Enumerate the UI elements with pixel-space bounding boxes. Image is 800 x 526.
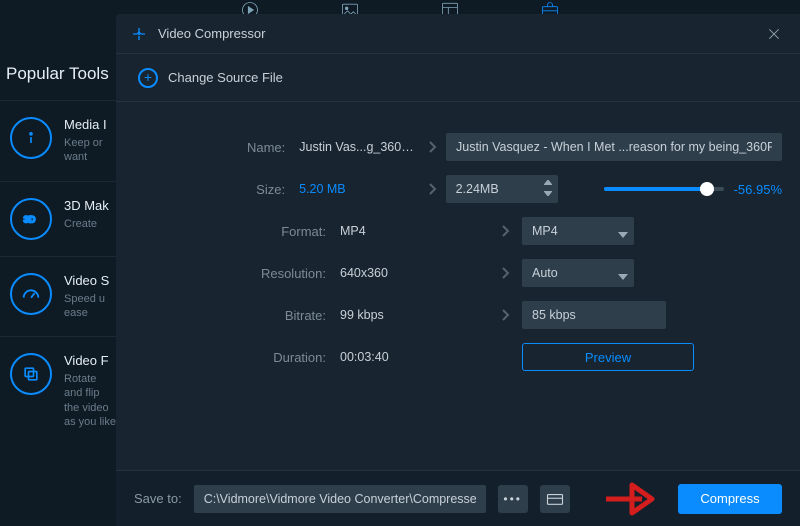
name-input[interactable] [446,133,782,161]
orig-name: Justin Vas...g_360P.mp4 [299,140,420,154]
compress-icon [130,25,148,43]
resolution-select[interactable] [522,259,634,287]
row-bitrate: Bitrate: 99 kbps [116,294,782,336]
row-format: Format: MP4 [116,210,782,252]
slider-fill [604,187,707,191]
format-select-value[interactable] [522,217,634,245]
label-resolution: Resolution: [116,266,340,281]
orig-format: MP4 [340,224,490,238]
orig-resolution: 640x360 [340,266,490,280]
video-compressor-dialog: Video Compressor Change Source File Name… [116,14,800,526]
size-stepper[interactable] [446,175,558,203]
open-folder-button[interactable] [540,485,570,513]
sidebar-item-videoflip[interactable]: Video F Rotate and flip the video as you… [0,336,116,445]
sidebar-item-sub: Rotate and flip the video as you like [64,372,116,429]
dialog-body: Name: Justin Vas...g_360P.mp4 Size: 5.20… [116,102,800,470]
chevron-right-icon [490,266,522,280]
sidebar-item-media[interactable]: Media I Keep or want [0,100,116,181]
orig-duration: 00:03:40 [340,350,490,364]
sidebar-item-videospeed[interactable]: Video S Speed u ease [0,256,116,337]
chevron-right-icon [490,308,522,322]
orig-bitrate: 99 kbps [340,308,490,322]
callout-arrow-icon [602,479,666,519]
svg-text:3D: 3D [24,214,36,224]
chevron-right-icon [420,182,446,196]
row-duration: Duration: 00:03:40 Preview [116,336,782,378]
sidebar-item-sub: Speed u ease [64,292,116,321]
resolution-select-value[interactable] [522,259,634,287]
plus-icon [138,68,158,88]
size-percent: -56.95% [734,182,782,197]
size-slider[interactable] [604,187,724,191]
save-to-label: Save to: [134,491,182,506]
gauge-icon [10,273,52,315]
save-path-field[interactable] [194,485,486,513]
dialog-titlebar: Video Compressor [116,14,800,54]
sidebar-item-sub: Keep or want [64,136,116,165]
popular-tools-header: Popular Tools [0,48,116,100]
browse-button[interactable]: ••• [498,485,528,513]
sidebar-item-title: Video F [64,353,116,368]
sidebar-item-3dmaker[interactable]: 3D 3D Mak Create [0,181,116,256]
size-step-up[interactable] [542,178,554,187]
preview-button[interactable]: Preview [522,343,694,371]
sidebar-item-title: Media I [64,117,116,132]
label-name: Name: [116,140,299,155]
label-size: Size: [116,182,299,197]
copy-icon [10,353,52,395]
sidebar-item-title: 3D Mak [64,198,109,213]
row-resolution: Resolution: 640x360 [116,252,782,294]
label-duration: Duration: [116,350,340,365]
label-format: Format: [116,224,340,239]
bitrate-value [522,301,666,329]
compress-button[interactable]: Compress [678,484,782,514]
dialog-footer: Save to: ••• Compress [116,470,800,526]
change-source-row[interactable]: Change Source File [116,54,800,102]
3d-icon: 3D [10,198,52,240]
change-source-label: Change Source File [168,70,283,85]
background-sidebar: Popular Tools Media I Keep or want 3D 3D… [0,48,116,526]
format-select[interactable] [522,217,634,245]
orig-size: 5.20 MB [299,182,420,196]
info-icon [10,117,52,159]
size-step-down[interactable] [542,189,554,198]
row-size: Size: 5.20 MB -56.95% [116,168,782,210]
chevron-right-icon [420,140,446,154]
dialog-title: Video Compressor [158,26,762,41]
row-name: Name: Justin Vas...g_360P.mp4 [116,126,782,168]
sidebar-item-sub: Create [64,217,109,231]
chevron-right-icon [490,224,522,238]
sidebar-item-title: Video S [64,273,116,288]
close-button[interactable] [762,22,786,46]
label-bitrate: Bitrate: [116,308,340,323]
save-path-input[interactable] [194,485,486,513]
slider-thumb[interactable] [700,182,714,196]
